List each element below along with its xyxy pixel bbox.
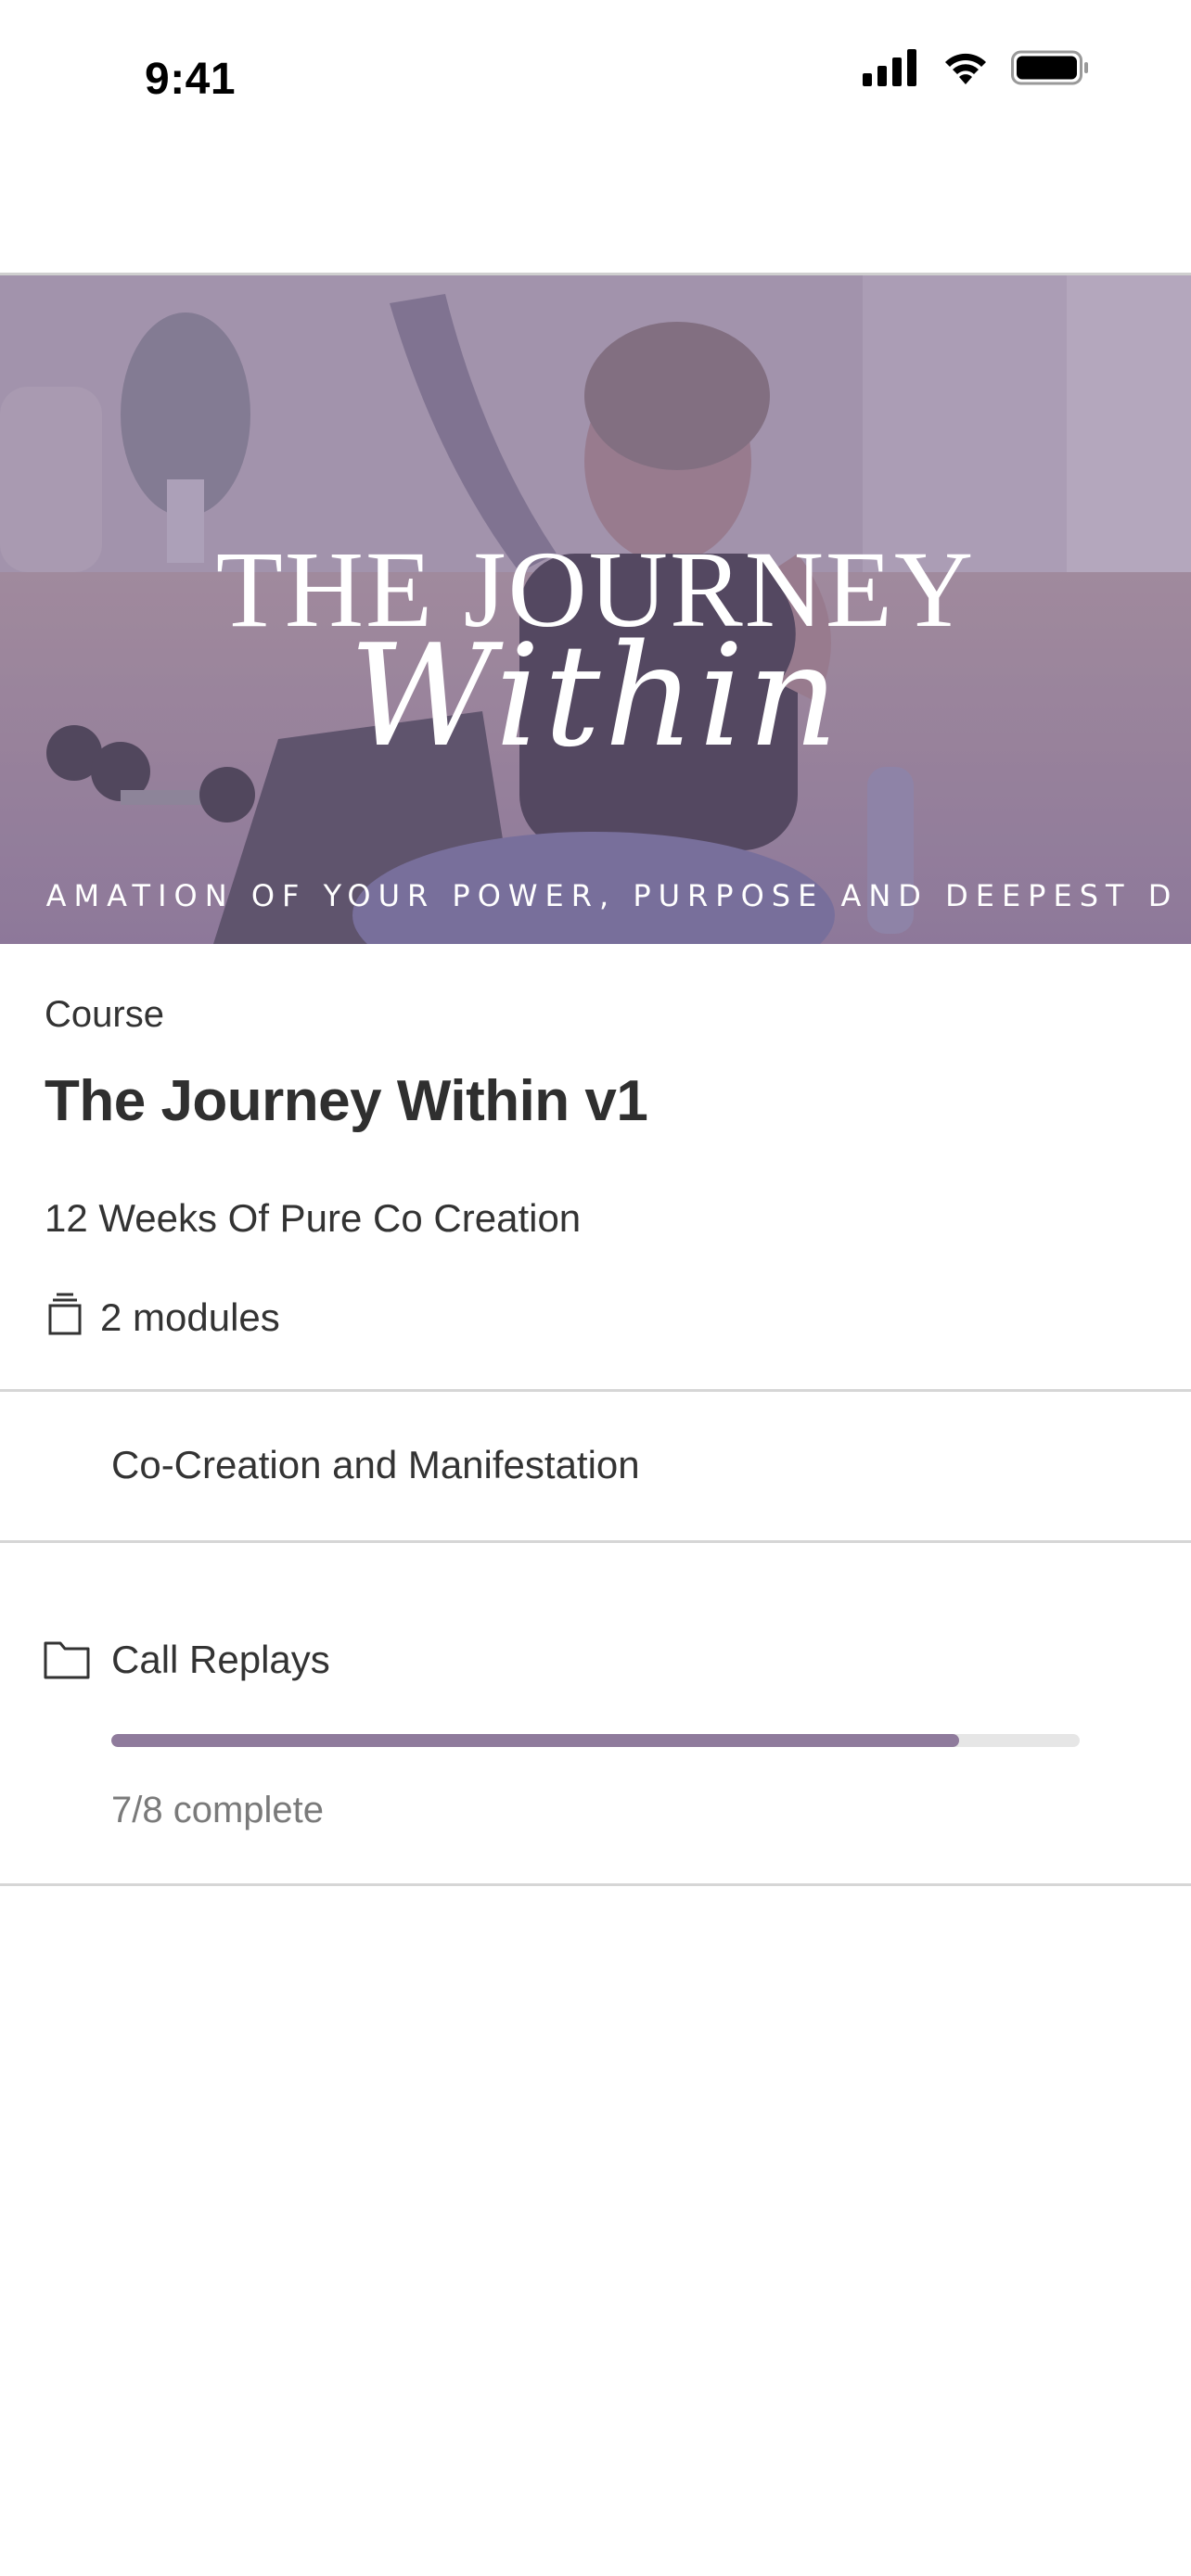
module-item[interactable]: Co-Creation and Manifestation xyxy=(0,1391,1191,1541)
course-type-label: Course xyxy=(45,994,164,1035)
divider xyxy=(0,1883,1191,1886)
status-time: 9:41 xyxy=(145,55,237,104)
progress-bar-fill xyxy=(111,1734,959,1747)
wifi-icon xyxy=(941,49,991,91)
folder-icon xyxy=(43,1639,91,1685)
course-subtitle: 12 Weeks Of Pure Co Creation xyxy=(45,1196,582,1240)
modules-count: 2 modules xyxy=(100,1294,280,1339)
modules-count-row: 2 modules xyxy=(45,1293,280,1342)
course-cover-image: THE JOURNEY Within AMATION OF YOUR POWER… xyxy=(0,275,1191,944)
status-bar: 9:41 xyxy=(0,0,1191,139)
course-title: The Journey Within v1 xyxy=(45,1069,648,1133)
hero-script-title: Within xyxy=(349,614,842,778)
status-icons xyxy=(863,46,1089,93)
progress-text: 7/8 complete xyxy=(111,1790,325,1830)
battery-icon xyxy=(1011,49,1089,91)
stack-icon xyxy=(45,1293,85,1342)
hero-tagline: AMATION OF YOUR POWER, PURPOSE AND DEEPE… xyxy=(45,878,1179,913)
progress-bar xyxy=(111,1734,1080,1747)
module-title: Co-Creation and Manifestation xyxy=(111,1443,640,1486)
module-item[interactable]: Call Replays 7/8 complete xyxy=(0,1543,1191,1884)
module-title: Call Replays xyxy=(111,1638,330,1681)
signal-icon xyxy=(863,48,920,91)
